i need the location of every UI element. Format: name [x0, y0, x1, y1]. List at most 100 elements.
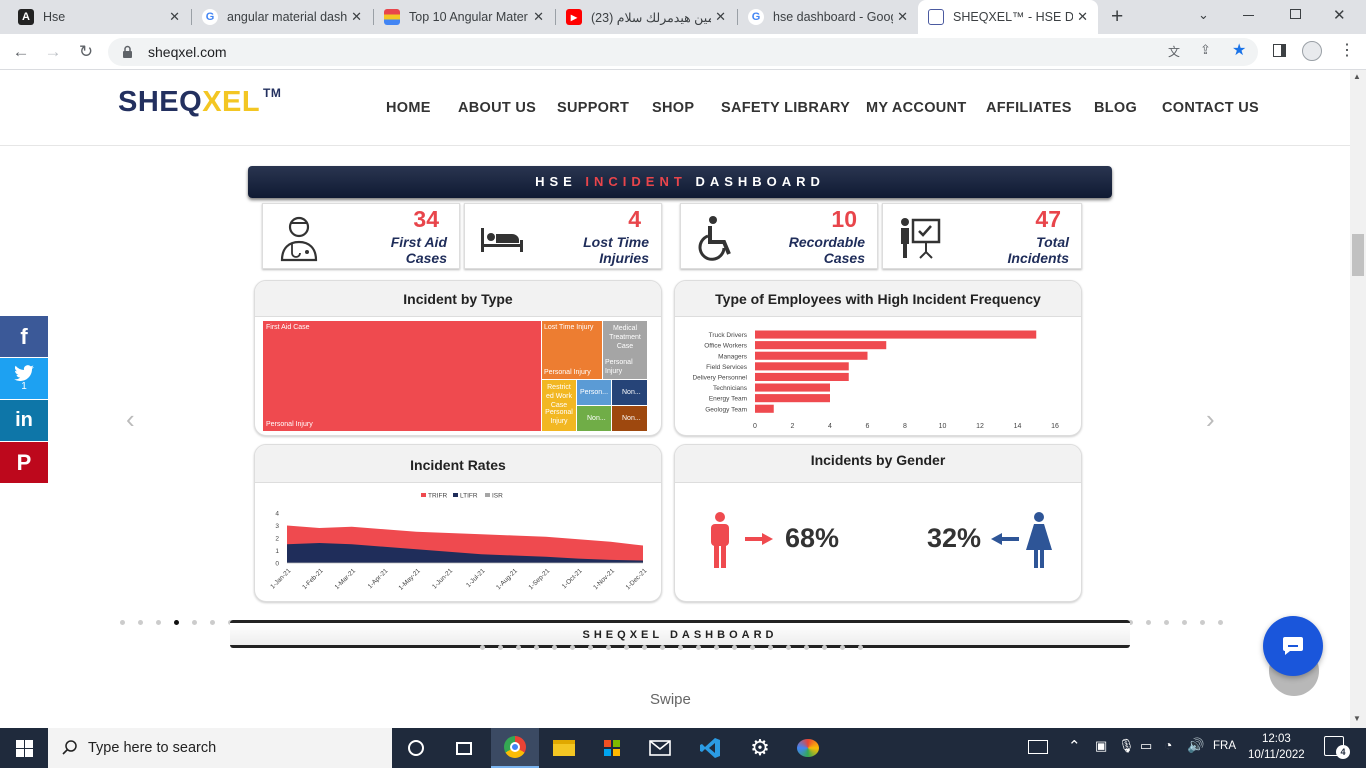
menu-dots-icon[interactable]: ⋮ [1339, 40, 1355, 60]
close-tab-icon[interactable]: ✕ [169, 9, 180, 25]
side-panel-icon[interactable] [1273, 44, 1286, 57]
carousel-dot[interactable] [174, 620, 179, 625]
carousel-dot[interactable] [1146, 620, 1151, 625]
tab-search-chevron-icon[interactable]: ⌄ [1198, 7, 1209, 23]
facebook-share-button[interactable]: f [0, 316, 48, 357]
close-tab-icon[interactable]: ✕ [897, 9, 908, 25]
carousel-dots-secondary[interactable] [480, 645, 870, 653]
carousel-dot[interactable] [570, 645, 575, 650]
store-icon[interactable] [588, 728, 636, 768]
chat-button[interactable] [1263, 616, 1323, 676]
carousel-dot[interactable] [822, 645, 827, 650]
carousel-dot[interactable] [1182, 620, 1187, 625]
nav-safety-library[interactable]: SAFETY LIBRARY [721, 100, 850, 116]
linkedin-share-button[interactable]: in [0, 400, 48, 441]
carousel-dot[interactable] [192, 620, 197, 625]
microphone-icon[interactable]: 🎙 [1118, 738, 1135, 754]
twitter-share-button[interactable]: 1 [0, 358, 48, 399]
battery-icon[interactable]: ▭ [1140, 738, 1152, 754]
nav-affiliates[interactable]: AFFILIATES [986, 100, 1072, 116]
clock-date[interactable]: 10/11/2022 [1248, 749, 1305, 761]
scroll-down-icon[interactable]: ▼ [1353, 714, 1361, 723]
carousel-dot[interactable] [120, 620, 125, 625]
carousel-dot[interactable] [516, 645, 521, 650]
scrollbar-thumb[interactable] [1352, 234, 1364, 276]
settings-gear-icon[interactable]: ⚙ [736, 728, 784, 768]
nav-blog[interactable]: BLOG [1094, 100, 1137, 116]
carousel-dot[interactable] [696, 645, 701, 650]
tab-angular-material[interactable]: G angular material dashb ✕ [192, 0, 372, 34]
paint-icon[interactable] [784, 728, 832, 768]
carousel-dot[interactable] [1218, 620, 1223, 625]
carousel-dot[interactable] [786, 645, 791, 650]
nav-contact-us[interactable]: CONTACT US [1162, 100, 1259, 116]
volume-icon[interactable]: 🔊 [1187, 737, 1204, 754]
carousel-dot[interactable] [552, 645, 557, 650]
close-tab-icon[interactable]: ✕ [715, 9, 726, 25]
carousel-prev-arrow[interactable]: ‹ [126, 404, 135, 435]
new-tab-icon[interactable]: + [1111, 5, 1123, 29]
tab-youtube[interactable]: ▶ (23) امين هيدمرلك سلام ✕ [556, 0, 736, 34]
carousel-dot[interactable] [714, 645, 719, 650]
treemap-cell-first-aid[interactable]: First Aid Case Personal Injury [263, 321, 541, 431]
treemap-cell-non-3[interactable]: Non... [612, 406, 647, 431]
tab-hse[interactable]: A Hse ✕ [8, 0, 190, 34]
carousel-dot[interactable] [750, 645, 755, 650]
scroll-up-icon[interactable]: ▲ [1353, 72, 1361, 81]
carousel-next-arrow[interactable]: › [1206, 404, 1215, 435]
carousel-dot[interactable] [624, 645, 629, 650]
treemap-cell-non-1[interactable]: Non... [612, 380, 647, 405]
carousel-dot[interactable] [588, 645, 593, 650]
meet-now-icon[interactable]: ▣ [1095, 738, 1107, 754]
share-icon[interactable]: ⇪ [1200, 42, 1211, 58]
carousel-dot[interactable] [768, 645, 773, 650]
carousel-dot[interactable] [678, 645, 683, 650]
tab-hse-dashboard-search[interactable]: G hse dashboard - Goog ✕ [738, 0, 918, 34]
translate-icon[interactable]: 文 [1168, 43, 1180, 60]
reload-icon[interactable]: ↻ [76, 42, 96, 62]
close-tab-icon[interactable]: ✕ [1077, 9, 1088, 25]
treemap-cell-lost-time[interactable]: Lost Time Injury Personal Injury [542, 321, 602, 379]
carousel-dot[interactable] [1200, 620, 1205, 625]
chrome-taskbar-icon[interactable] [491, 728, 539, 768]
minimize-icon[interactable] [1243, 15, 1254, 16]
treemap-cell-person[interactable]: Person... [577, 380, 611, 405]
show-hidden-icons-chevron[interactable]: ⌃ [1068, 737, 1081, 755]
back-icon[interactable]: ← [11, 42, 31, 62]
carousel-dot[interactable] [480, 645, 485, 650]
language-indicator[interactable]: FRA [1213, 740, 1236, 752]
restore-icon[interactable] [1290, 9, 1301, 19]
tab-sheqxel-active[interactable]: SHEQXEL™ - HSE Das ✕ [918, 0, 1098, 34]
nav-support[interactable]: SUPPORT [557, 100, 629, 116]
treemap-cell-restricted-work[interactable]: Restrict ed Work Case Personal Injury [542, 380, 576, 431]
carousel-dot[interactable] [156, 620, 161, 625]
sheqxel-logo[interactable]: SHEQXEL TM [118, 86, 281, 119]
carousel-dot[interactable] [1164, 620, 1169, 625]
nav-my-account[interactable]: MY ACCOUNT [866, 100, 966, 116]
clock-time[interactable]: 12:03 [1262, 733, 1291, 745]
profile-avatar[interactable] [1302, 41, 1322, 61]
mail-icon[interactable] [636, 728, 684, 768]
close-tab-icon[interactable]: ✕ [533, 9, 544, 25]
carousel-dot[interactable] [858, 645, 863, 650]
carousel-dot[interactable] [804, 645, 809, 650]
keyboard-icon[interactable] [1028, 740, 1048, 754]
carousel-dot[interactable] [732, 645, 737, 650]
pinterest-share-button[interactable]: P [0, 442, 48, 483]
close-window-icon[interactable]: ✕ [1333, 6, 1346, 24]
treemap-cell-non-2[interactable]: Non... [577, 406, 611, 431]
carousel-dot[interactable] [660, 645, 665, 650]
close-tab-icon[interactable]: ✕ [351, 9, 362, 25]
task-view-icon[interactable] [440, 728, 488, 768]
wifi-icon[interactable]: ◔ [1164, 737, 1172, 753]
forward-icon[interactable]: → [43, 42, 63, 62]
nav-home[interactable]: HOME [386, 100, 431, 116]
carousel-dot[interactable] [840, 645, 845, 650]
bookmark-star-icon[interactable]: ★ [1232, 40, 1246, 60]
tab-top10[interactable]: Top 10 Angular Mater ✕ [374, 0, 554, 34]
taskbar-search-input[interactable]: Type here to search [48, 728, 392, 768]
carousel-dot[interactable] [210, 620, 215, 625]
carousel-dot[interactable] [138, 620, 143, 625]
carousel-dot[interactable] [606, 645, 611, 650]
windows-start-icon[interactable] [0, 728, 48, 768]
